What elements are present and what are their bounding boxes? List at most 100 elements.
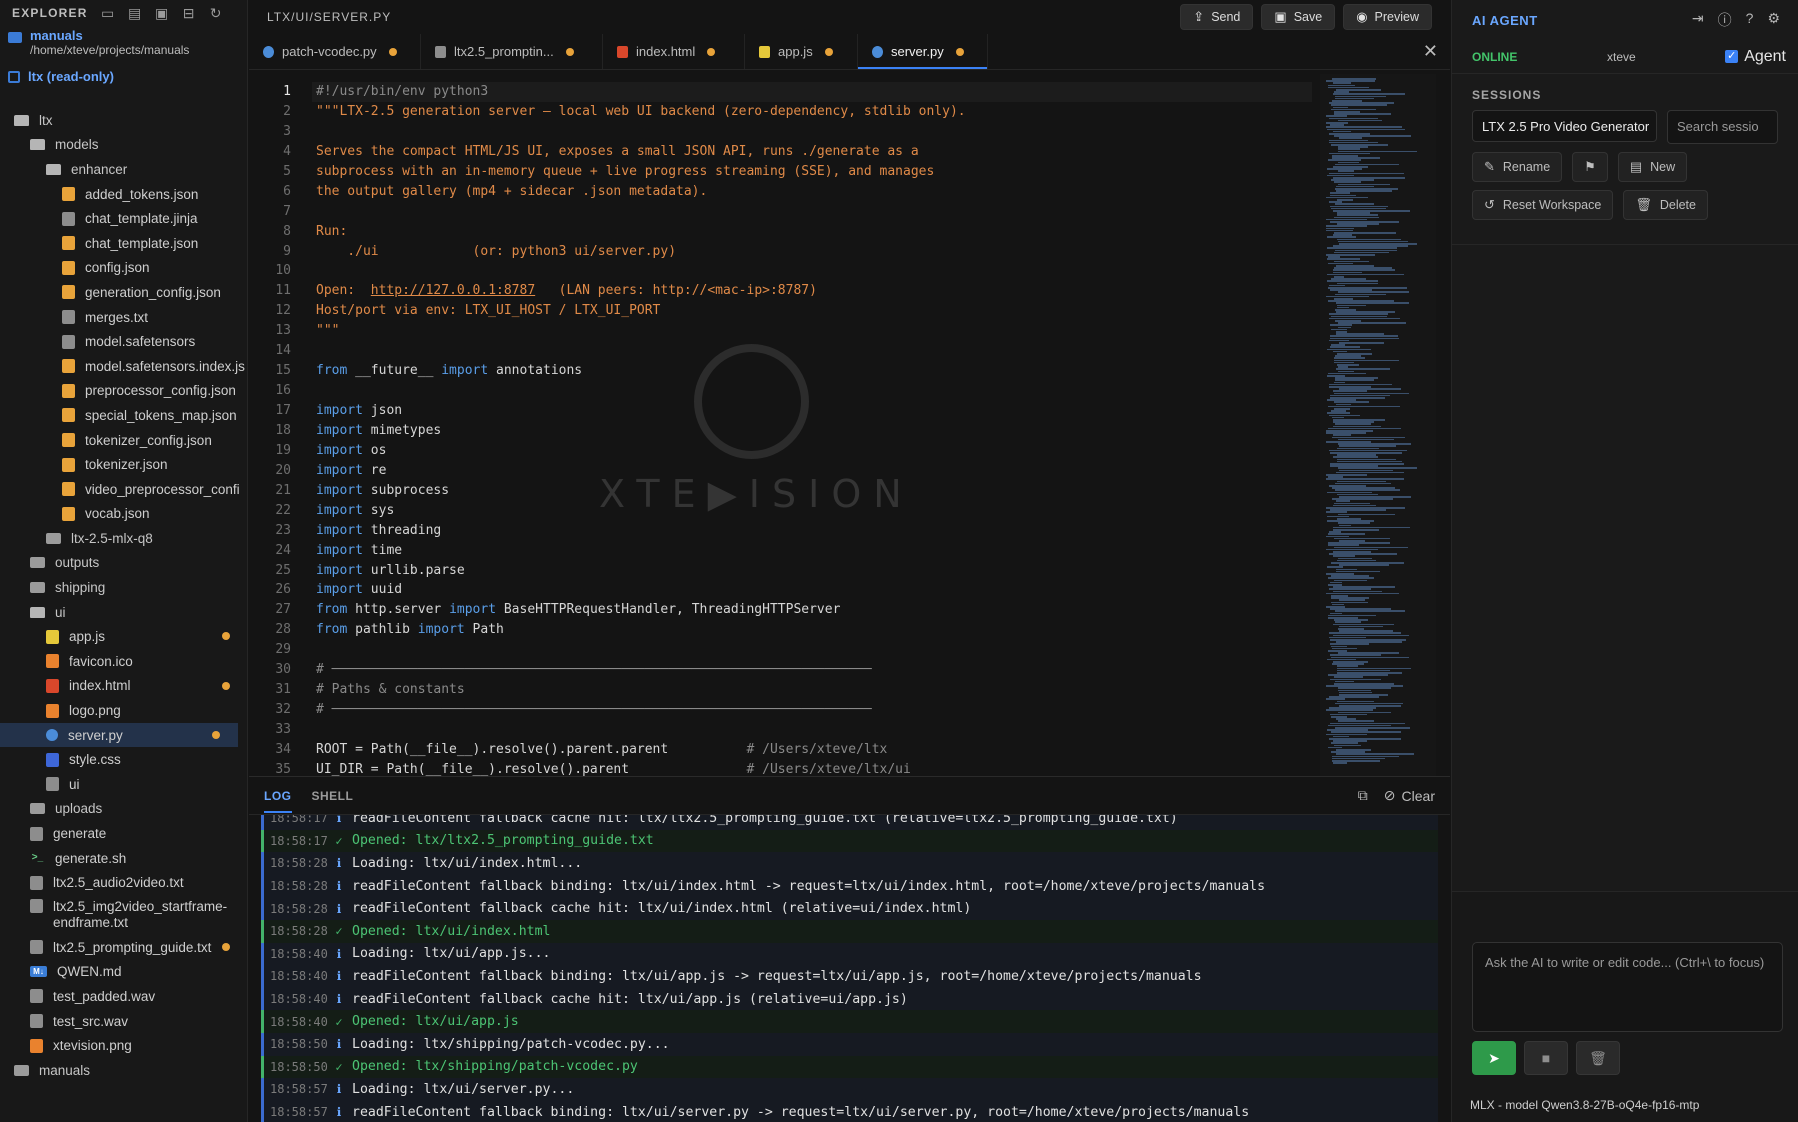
code-line: Serves the compact HTML/JS UI, exposes a… (316, 142, 1312, 162)
code-token: import (316, 562, 363, 578)
tree-item-label: preprocessor_config.json (85, 383, 236, 399)
tree-item[interactable]: index.html (0, 674, 248, 699)
tree-item[interactable]: video_preprocessor_confi (0, 477, 248, 502)
code-view[interactable]: 1 2 3 4 5 6 7 8 9 10 11 12 13 14 15 16 17 18 19 20 21 22 23 24 2… (249, 74, 1450, 776)
log-timestamp: 18:58:57 (270, 1082, 328, 1097)
workspace-ltx[interactable]: ltx (read-only) (0, 67, 247, 86)
collapse-all-icon[interactable]: ⊟ (181, 6, 197, 20)
preview-button[interactable]: ◉ Preview (1343, 4, 1432, 30)
modified-dot (222, 681, 230, 690)
rename-button[interactable]: ✎ Rename (1472, 152, 1563, 182)
tree-item[interactable]: M↓ QWEN.md (0, 960, 248, 985)
unsaved-dot (955, 47, 964, 56)
send-prompt-button[interactable]: ➤ (1472, 1041, 1516, 1075)
tab-shell[interactable]: SHELL (312, 779, 354, 813)
tree-item[interactable]: model.safetensors.index.js (0, 354, 248, 379)
tab-ltx2-5-promptin-[interactable]: ltx2.5_promptin... (421, 34, 603, 69)
tree-item[interactable]: chat_template.json (0, 231, 248, 256)
tree-item[interactable]: ltx2.5_prompting_guide.txt (0, 935, 248, 960)
tab-index-html[interactable]: index.html (603, 34, 745, 69)
new-file-icon[interactable]: ▤ (127, 6, 143, 20)
tree-item[interactable]: generate (0, 821, 248, 846)
bookmark-button[interactable]: ⚑ (1572, 152, 1608, 182)
tree-item[interactable]: favicon.ico (0, 649, 248, 674)
agent-prompt-input[interactable]: Ask the AI to write or edit code... (Ctr… (1472, 942, 1783, 1032)
code-content[interactable]: #!/usr/bin/env python3 """LTX-2.5 generat… (312, 82, 1312, 776)
tree-item[interactable]: ui (0, 772, 248, 797)
tree-item[interactable]: model.safetensors (0, 329, 248, 354)
clear-button[interactable]: ⊘ Clear (1384, 787, 1435, 804)
tab-patch-vcodec-py[interactable]: patch-vcodec.py (249, 34, 421, 69)
trash-icon: 🗑 (1589, 1049, 1607, 1066)
tree-item[interactable]: ltx2.5_img2video_startframe-endframe.txt (0, 895, 248, 935)
tree-item[interactable]: server.py (0, 722, 238, 748)
tree-item[interactable]: chat_template.jinja (0, 206, 248, 231)
close-icon[interactable]: ✕ (1423, 42, 1438, 60)
tree-item[interactable]: preprocessor_config.json (0, 379, 248, 404)
new-session-button[interactable]: ▤ New (1617, 152, 1688, 182)
tree-item[interactable]: tokenizer.json (0, 452, 248, 477)
clear-chat-button[interactable]: 🗑 (1576, 1041, 1620, 1075)
line-number: 1 (283, 84, 291, 99)
code-token: Path (464, 622, 504, 638)
copy-icon[interactable]: ⧉ (1358, 787, 1368, 804)
tree-item[interactable]: ltx2.5_audio2video.txt (0, 870, 248, 895)
tree-item[interactable]: test_padded.wav (0, 984, 248, 1009)
session-select[interactable]: LTX 2.5 Pro Video Generator (1472, 110, 1657, 142)
tab-server-py[interactable]: server.py (858, 34, 988, 69)
tree-item[interactable]: config.json (0, 256, 248, 281)
minimap[interactable] (1320, 74, 1436, 776)
send-button[interactable]: ⇪ Send (1180, 4, 1254, 30)
tree-item[interactable]: ui (0, 600, 248, 625)
refresh-icon[interactable]: ↻ (208, 6, 224, 20)
info-icon: ℹ (336, 969, 342, 984)
file-icon (30, 940, 43, 955)
tree-item[interactable]: tokenizer_config.json (0, 428, 248, 453)
tree-item[interactable]: style.css (0, 747, 248, 772)
unsaved-dot (565, 47, 574, 56)
tree-item[interactable]: ltx-2.5-mlx-q8 (0, 526, 248, 551)
new-folder-icon[interactable]: ▭ (100, 6, 116, 20)
tree-item[interactable]: >_ generate.sh (0, 846, 248, 871)
tree-item[interactable]: shipping (0, 575, 248, 600)
tree-item[interactable]: vocab.json (0, 502, 248, 527)
tree-item[interactable]: merges.txt (0, 305, 248, 330)
tab-app-js[interactable]: app.js (745, 34, 858, 69)
tree-item[interactable]: added_tokens.json (0, 182, 248, 207)
js-file-icon (46, 629, 59, 644)
reset-workspace-button[interactable]: ↺ Reset Workspace (1472, 190, 1614, 220)
open-folder-icon[interactable]: ▣ (154, 6, 170, 20)
save-icon: ▣ (1274, 9, 1287, 24)
log-timestamp: 18:58:17 (270, 833, 328, 848)
tree-item[interactable]: generation_config.json (0, 280, 248, 305)
css-file-icon (46, 752, 59, 767)
edit-icon: ✎ (1484, 159, 1495, 174)
json-file-icon (62, 187, 75, 202)
gear-icon[interactable]: ⚙ (1767, 10, 1780, 30)
logout-icon[interactable]: ⇥ (1692, 10, 1704, 30)
stop-button[interactable]: ■ (1524, 1041, 1568, 1075)
tree-item[interactable]: app.js (0, 624, 248, 649)
tree-item[interactable]: outputs (0, 551, 248, 576)
agent-checkbox[interactable]: ✓ Agent (1725, 48, 1786, 66)
help-icon[interactable]: ? (1746, 10, 1754, 30)
log-timestamp: 18:58:50 (270, 1037, 328, 1052)
delete-button[interactable]: 🗑 Delete (1623, 190, 1708, 220)
code-token: the output gallery (mp4 + sidecar .json … (316, 183, 708, 199)
tree-item[interactable]: enhancer (0, 157, 248, 182)
workspace-manuals[interactable]: manuals /home/xteve/projects/manuals (0, 26, 247, 59)
tree-item[interactable]: uploads (0, 797, 248, 822)
info-icon[interactable]: ⓘ (1718, 10, 1732, 30)
save-button[interactable]: ▣ Save (1261, 4, 1336, 30)
tree-item[interactable]: manuals (0, 1058, 248, 1083)
tab-log[interactable]: LOG (264, 779, 292, 813)
tree-item[interactable]: test_src.wav (0, 1009, 248, 1034)
session-search-input[interactable]: Search sessio (1667, 110, 1778, 144)
code-token: import (417, 622, 465, 638)
tree-item[interactable]: logo.png (0, 698, 248, 723)
tree-item[interactable]: special_tokens_map.json (0, 403, 248, 428)
tree-item[interactable]: models (0, 133, 248, 158)
tree-item[interactable]: ltx (0, 108, 248, 133)
tree-item[interactable]: xtevision.png (0, 1033, 248, 1058)
